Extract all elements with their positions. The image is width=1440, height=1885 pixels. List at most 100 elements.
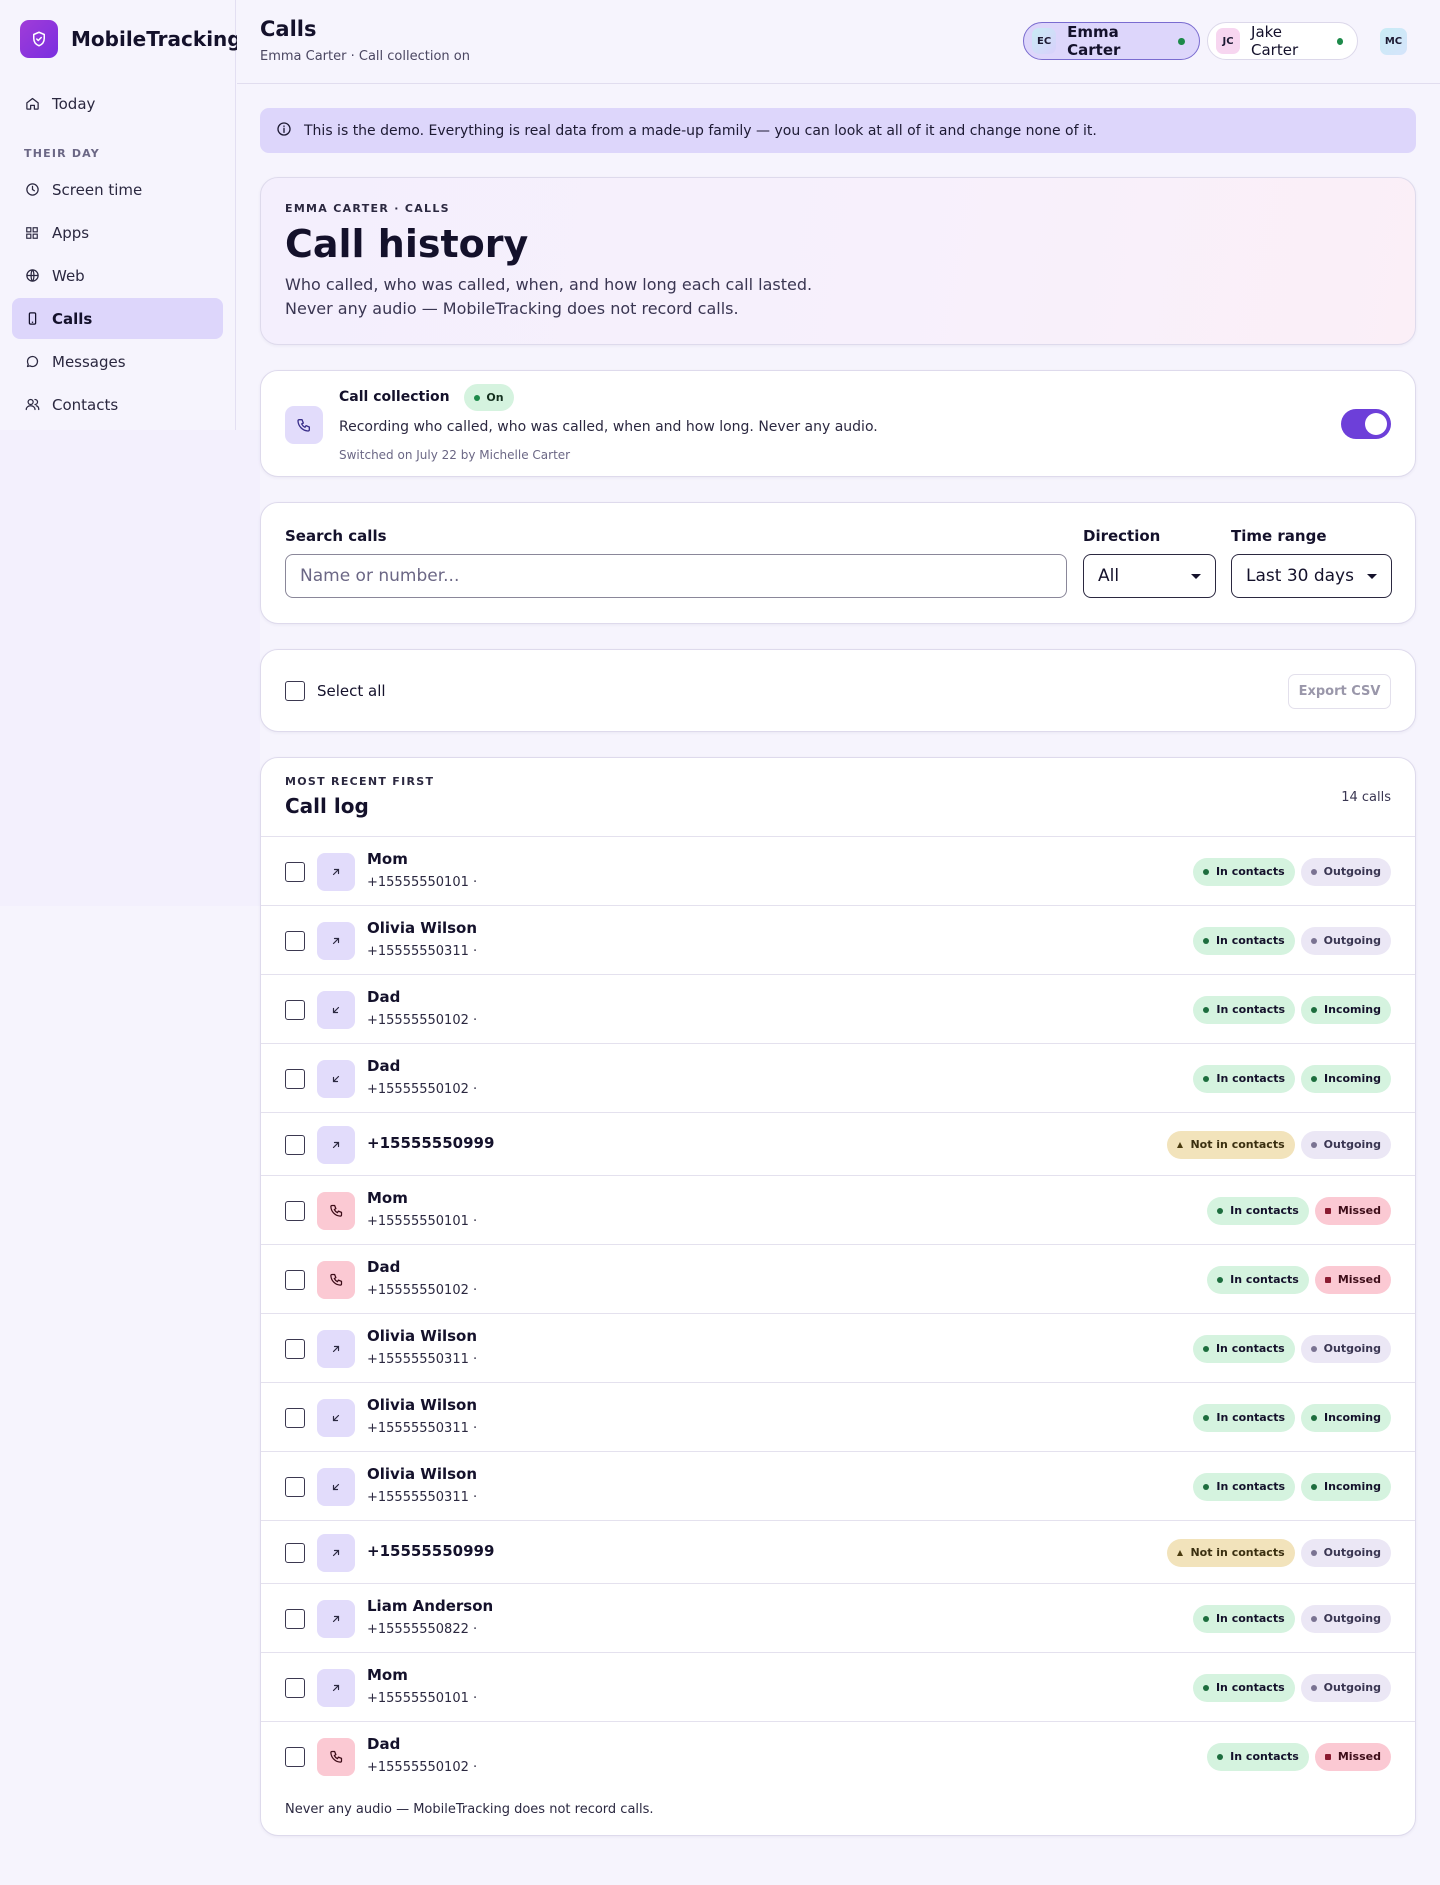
contact-status-label: In contacts xyxy=(1215,934,1285,947)
direction-label: Incoming xyxy=(1324,1411,1381,1424)
table-row[interactable]: Liam Anderson +15555550822 · In contacts Ou… xyxy=(261,1583,1415,1652)
sidebar-item-messages[interactable]: Messages xyxy=(12,341,223,382)
row-checkbox[interactable] xyxy=(285,1200,305,1221)
direction-label: Outgoing xyxy=(1323,1612,1381,1625)
row-checkbox[interactable] xyxy=(285,1407,305,1428)
selection-bar: Select all Export CSV xyxy=(260,649,1416,732)
table-row[interactable]: Dad +15555550102 · In contacts Incoming xyxy=(261,1043,1415,1112)
row-badges: Not in contacts Outgoing xyxy=(1161,1130,1391,1159)
row-checkbox[interactable] xyxy=(285,861,305,882)
table-row[interactable]: Mom +15555550101 · In contacts Missed xyxy=(261,1175,1415,1244)
call-log-title: Call log xyxy=(285,794,369,818)
table-row[interactable]: Dad +15555550102 · In contacts Missed xyxy=(261,1244,1415,1313)
phone-icon xyxy=(285,406,323,444)
avatar: JC xyxy=(1216,28,1241,54)
caller-name: Mom xyxy=(367,850,408,868)
filters-card: Search calls Direction All Time range La… xyxy=(260,502,1416,624)
status-dot xyxy=(1310,1615,1317,1622)
profile-name: Emma Carter xyxy=(1067,23,1121,59)
status-dot xyxy=(1202,1684,1209,1691)
search-input[interactable] xyxy=(285,554,1067,598)
row-checkbox[interactable] xyxy=(285,1134,305,1155)
table-row[interactable]: Dad +15555550102 · In contacts Incoming xyxy=(261,974,1415,1043)
caller-name: Olivia Wilson xyxy=(367,1327,478,1345)
direction-select[interactable]: All xyxy=(1083,554,1216,598)
row-checkbox[interactable] xyxy=(285,1677,305,1698)
caller-name: +15555550999 xyxy=(367,1134,495,1152)
direction-label: Outgoing xyxy=(1323,1681,1381,1694)
row-badges: In contacts Outgoing xyxy=(1187,1673,1391,1702)
sidebar-item-contacts[interactable]: Contacts xyxy=(12,384,223,425)
contact-status-badge: In contacts xyxy=(1207,1265,1309,1294)
direction-badge: Outgoing xyxy=(1300,926,1391,955)
caller-number: +15555550311 · xyxy=(367,944,478,959)
row-checkbox[interactable] xyxy=(285,1542,305,1563)
outgoing-arrow-icon xyxy=(317,852,355,891)
caller-number: +15555550102 · xyxy=(367,1013,478,1028)
info-icon xyxy=(276,121,292,141)
row-badges: Not in contacts Outgoing xyxy=(1161,1538,1391,1567)
sidebar-item-web[interactable]: Web xyxy=(12,255,223,296)
table-row[interactable]: +15555550999 Not in contacts Outgoing xyxy=(261,1520,1415,1583)
brand[interactable]: MobileTracking xyxy=(20,20,242,58)
caller-name: Dad xyxy=(367,1735,401,1753)
table-row[interactable]: Olivia Wilson +15555550311 · In contacts In… xyxy=(261,1451,1415,1520)
caller-number: +15555550102 · xyxy=(367,1760,478,1775)
missed-call-icon xyxy=(317,1191,355,1230)
row-checkbox[interactable] xyxy=(285,930,305,951)
direction-badge: Outgoing xyxy=(1300,1130,1391,1159)
row-badges: In contacts Incoming xyxy=(1187,1064,1391,1093)
contact-status-badge: In contacts xyxy=(1193,995,1296,1024)
contact-status-label: In contacts xyxy=(1215,1681,1285,1694)
direction-badge: Outgoing xyxy=(1300,1604,1391,1633)
direction-badge: Incoming xyxy=(1301,995,1391,1024)
missed-call-icon xyxy=(317,1260,355,1299)
table-row[interactable]: Olivia Wilson +15555550311 · In contacts Ou… xyxy=(261,1313,1415,1382)
sidebar-item-apps[interactable]: Apps xyxy=(12,212,223,253)
table-row[interactable]: Dad +15555550102 · In contacts Missed xyxy=(261,1721,1415,1790)
export-csv-button[interactable]: Export CSV xyxy=(1288,674,1391,709)
status-dot xyxy=(1217,1276,1224,1283)
row-checkbox[interactable] xyxy=(285,999,305,1020)
row-checkbox[interactable] xyxy=(285,1068,305,1089)
row-checkbox[interactable] xyxy=(285,1269,305,1290)
warning-triangle-icon xyxy=(1177,1549,1184,1556)
table-row[interactable]: Mom +15555550101 · In contacts Outgoing xyxy=(261,836,1415,905)
contact-status-badge: In contacts xyxy=(1192,857,1295,886)
sidebar-item-calls[interactable]: Calls xyxy=(12,298,223,339)
page-title: Calls xyxy=(260,17,317,41)
hero-title: Call history xyxy=(285,222,529,266)
status-dot xyxy=(474,394,481,401)
profile-switch-emma[interactable]: EC Emma Carter xyxy=(1023,22,1200,60)
shield-icon xyxy=(20,20,58,58)
row-badges: In contacts Outgoing xyxy=(1187,1334,1391,1363)
status-dot xyxy=(1310,1345,1317,1352)
caller-name: Dad xyxy=(367,1258,401,1276)
hero-eyebrow: EMMA CARTER · CALLS xyxy=(285,202,450,215)
outgoing-arrow-icon xyxy=(317,1599,355,1638)
table-row[interactable]: Olivia Wilson +15555550311 · In contacts Ou… xyxy=(261,905,1415,974)
sidebar-item-today[interactable]: Today xyxy=(12,83,223,124)
outgoing-arrow-icon xyxy=(317,921,355,960)
table-row[interactable]: Mom +15555550101 · In contacts Outgoing xyxy=(261,1652,1415,1721)
select-all-checkbox[interactable] xyxy=(285,681,305,701)
table-row[interactable]: Olivia Wilson +15555550311 · In contacts In… xyxy=(261,1382,1415,1451)
direction-label: Missed xyxy=(1337,1273,1381,1286)
call-collection-toggle[interactable] xyxy=(1341,409,1391,439)
status-dot xyxy=(1310,868,1317,875)
row-checkbox[interactable] xyxy=(285,1338,305,1359)
row-checkbox[interactable] xyxy=(285,1476,305,1497)
account-avatar[interactable]: MC xyxy=(1380,28,1407,55)
row-checkbox[interactable] xyxy=(285,1608,305,1629)
contact-status-badge: In contacts xyxy=(1207,1196,1309,1225)
grid-icon xyxy=(24,225,40,241)
direction-badge: Outgoing xyxy=(1300,857,1391,886)
direction-label: Outgoing xyxy=(1323,934,1381,947)
time-range-select[interactable]: Last 30 days xyxy=(1231,554,1392,598)
row-checkbox[interactable] xyxy=(285,1746,305,1767)
row-badges: In contacts Outgoing xyxy=(1187,926,1391,955)
sidebar-item-screen-time[interactable]: Screen time xyxy=(12,169,223,210)
row-badges: In contacts Outgoing xyxy=(1187,1604,1391,1633)
table-row[interactable]: +15555550999 Not in contacts Outgoing xyxy=(261,1112,1415,1175)
profile-switch-jake[interactable]: JC Jake Carter xyxy=(1207,22,1358,60)
